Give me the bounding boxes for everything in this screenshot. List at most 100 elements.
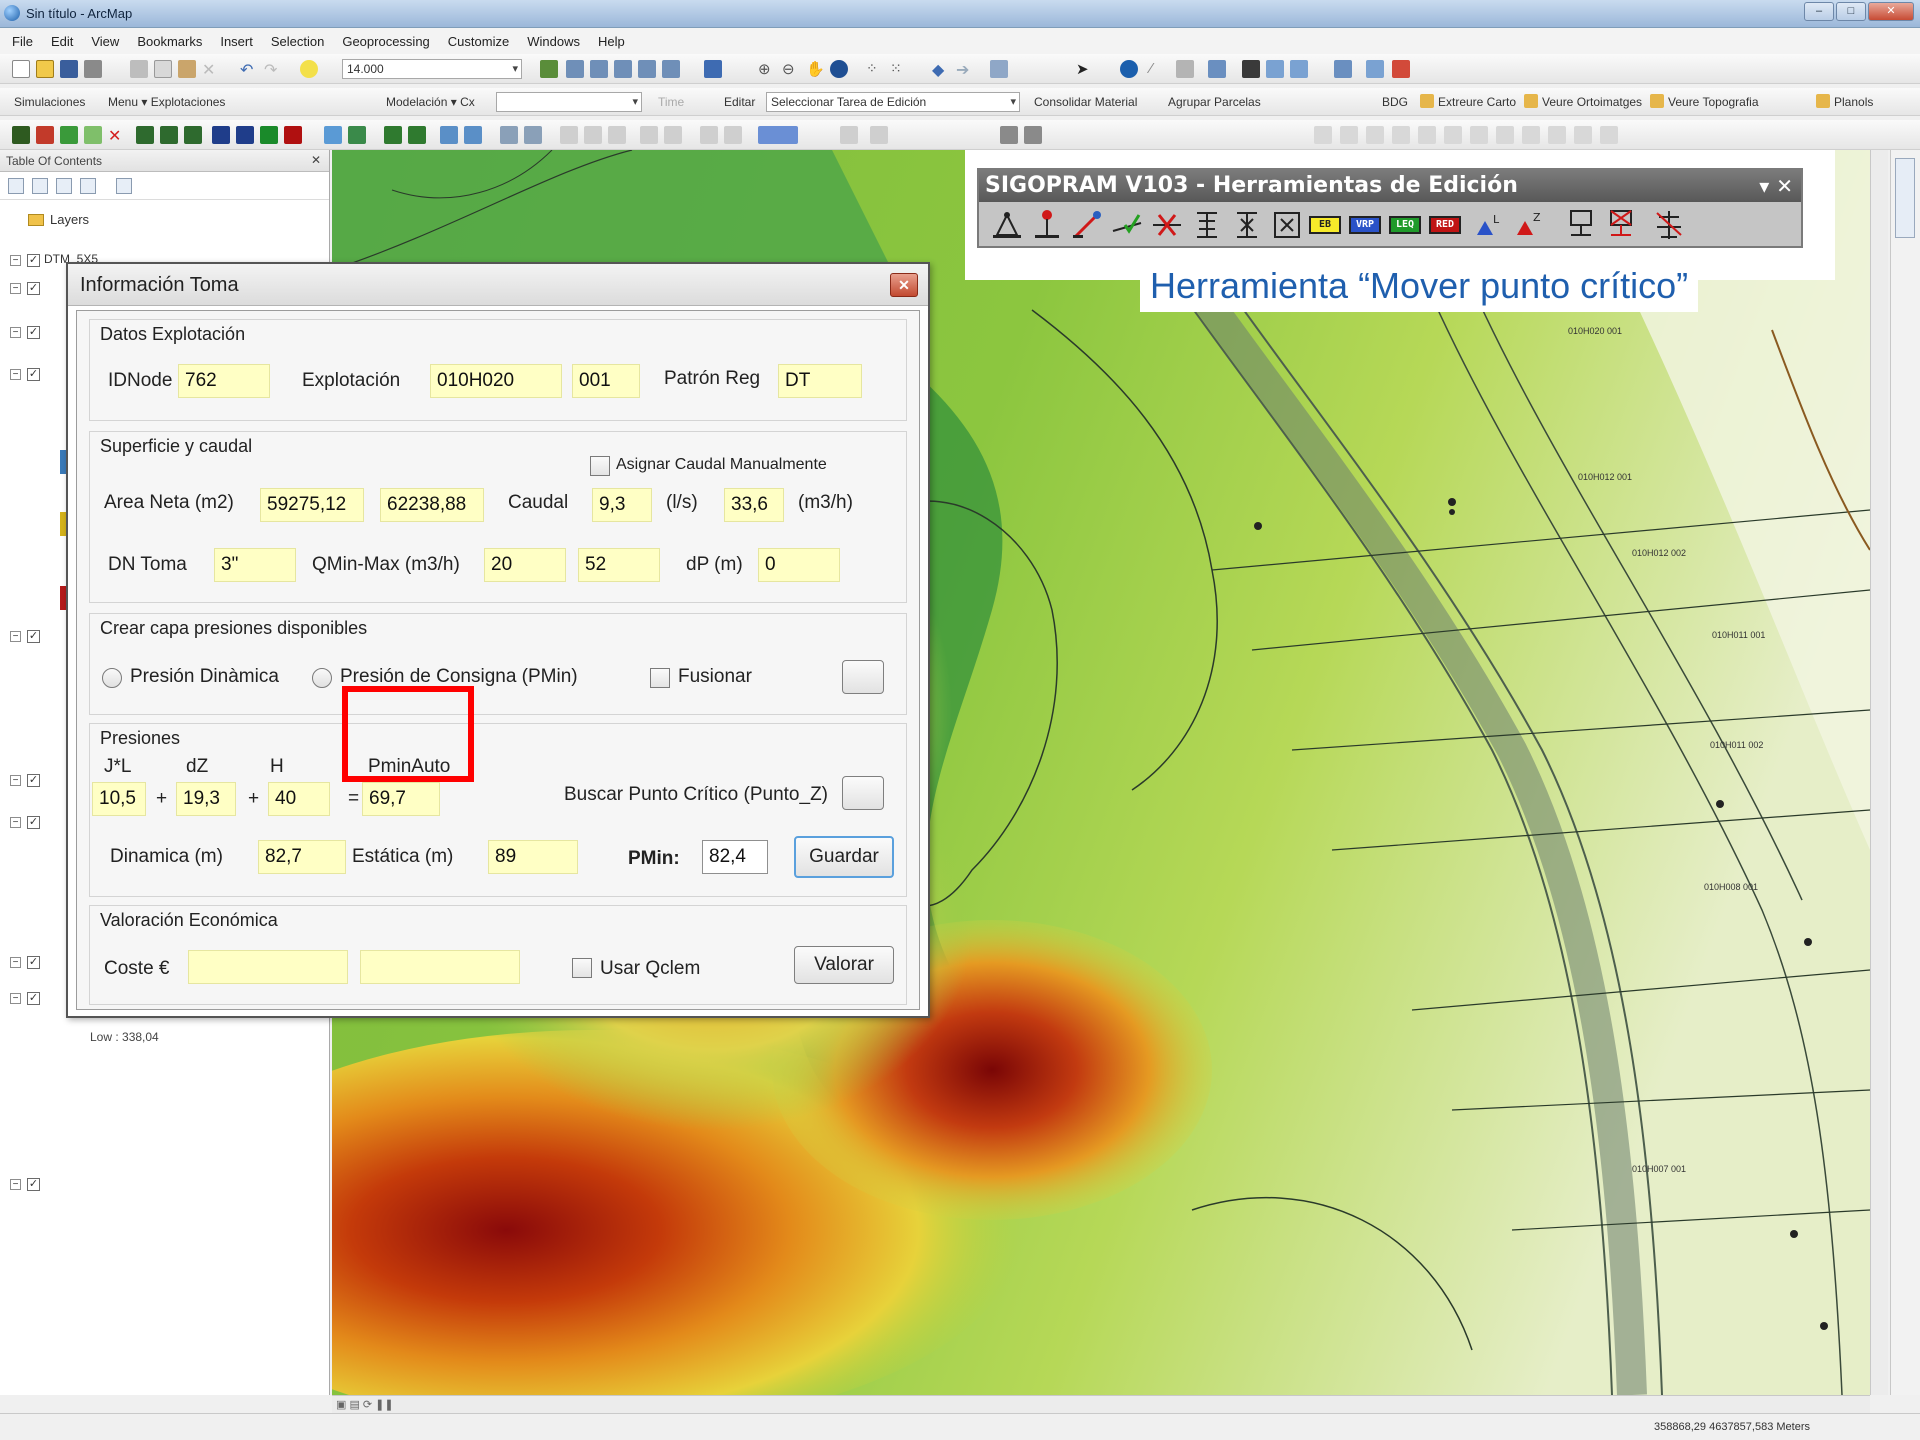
menu-windows[interactable]: Windows xyxy=(527,34,580,49)
find-route-icon[interactable] xyxy=(1266,60,1284,78)
split-pipe-icon[interactable] xyxy=(1149,207,1185,243)
menu-edit[interactable]: Edit xyxy=(51,34,73,49)
hydrant-icon[interactable] xyxy=(1229,207,1265,243)
pan-icon[interactable]: ✋ xyxy=(806,60,825,78)
coste-field-2[interactable] xyxy=(360,950,520,984)
editor-toolbar-icon[interactable] xyxy=(540,60,558,78)
area-neta-field[interactable]: 59275,12 xyxy=(260,488,364,522)
qmax-field[interactable]: 52 xyxy=(578,548,660,582)
georef-k-icon[interactable] xyxy=(1574,126,1592,144)
eb-tool-icon[interactable] xyxy=(212,126,230,144)
toolbar-options-icon[interactable]: ▾ xyxy=(1759,174,1769,198)
minimize-icon[interactable]: – xyxy=(1804,2,1834,21)
layer-visibility-checkbox[interactable]: ✓ xyxy=(27,282,40,295)
valve3-tool-icon[interactable] xyxy=(184,126,202,144)
select-features-icon[interactable] xyxy=(990,60,1008,78)
idnode-field[interactable]: 762 xyxy=(178,364,270,398)
georef-e-icon[interactable] xyxy=(1418,126,1436,144)
toc-layer-row[interactable]: − ✓ xyxy=(10,628,44,643)
tool-d-icon[interactable] xyxy=(464,126,482,144)
caudal-m3h-field[interactable]: 33,6 xyxy=(724,488,784,522)
tool-h-icon[interactable] xyxy=(584,126,602,144)
tuberia-tool-icon[interactable] xyxy=(60,126,78,144)
menu-view[interactable]: View xyxy=(91,34,119,49)
vrp-badge[interactable]: VRP xyxy=(1349,216,1381,234)
layer-visibility-checkbox[interactable]: ✓ xyxy=(27,1178,40,1191)
layers-frame[interactable]: Layers xyxy=(28,212,89,227)
python-window-icon[interactable] xyxy=(662,60,680,78)
dz-field[interactable]: 19,3 xyxy=(176,782,236,816)
search-window-tab[interactable] xyxy=(1895,158,1915,238)
sigopram-toolbar-title[interactable]: SIGOPRAM V103 - Herramientas de Edición … xyxy=(979,170,1801,202)
time-slider-icon[interactable] xyxy=(1334,60,1352,78)
layer-visibility-checkbox[interactable]: ✓ xyxy=(27,254,40,267)
network-node-icon[interactable] xyxy=(989,207,1025,243)
jl-field[interactable]: 10,5 xyxy=(92,782,146,816)
network-tool-icon[interactable] xyxy=(12,126,30,144)
add-vertex-icon[interactable] xyxy=(324,126,342,144)
edit-task-combo[interactable]: Seleccionar Tarea de Edición xyxy=(766,92,1020,112)
time-combo[interactable]: Time xyxy=(658,95,684,109)
fixed-zoom-in-icon[interactable]: ⁘ xyxy=(866,60,884,78)
hyperlink-icon[interactable]: ⁄ xyxy=(1150,60,1168,78)
redo-icon[interactable]: ↷ xyxy=(264,60,282,79)
tool-l-icon[interactable] xyxy=(700,126,718,144)
zoom-out-icon[interactable]: ⊖ xyxy=(782,60,800,78)
move-critical-point-icon[interactable] xyxy=(1069,207,1105,243)
georef-c-icon[interactable] xyxy=(1366,126,1384,144)
cut-icon[interactable] xyxy=(130,60,148,78)
valve-tool-icon[interactable] xyxy=(136,126,154,144)
map-scale-combo[interactable]: 14.000 xyxy=(342,59,522,79)
menu-file[interactable]: File xyxy=(12,34,33,49)
layer-visibility-checkbox[interactable]: ✓ xyxy=(27,956,40,969)
coste-field-1[interactable] xyxy=(188,950,348,984)
dn-toma-field[interactable]: 3" xyxy=(214,548,296,582)
presion-consigna-radio[interactable] xyxy=(312,668,332,688)
georef-d-icon[interactable] xyxy=(1392,126,1410,144)
delete-station-icon[interactable] xyxy=(1603,207,1639,243)
menu-help[interactable]: Help xyxy=(598,34,625,49)
break-tool-icon[interactable]: ✕ xyxy=(108,126,126,145)
veure-ortoimatges-button[interactable]: Veure Ortoimatges xyxy=(1542,95,1642,109)
tool-n-icon[interactable] xyxy=(840,126,858,144)
tool-c-icon[interactable] xyxy=(440,126,458,144)
tool-g-icon[interactable] xyxy=(560,126,578,144)
list-by-visibility-icon[interactable] xyxy=(56,178,72,194)
pump-station-icon[interactable] xyxy=(1563,207,1599,243)
usar-qclem-checkbox[interactable] xyxy=(572,958,592,978)
explotacion-suffix-field[interactable]: 001 xyxy=(572,364,640,398)
valorar-button[interactable]: Valorar xyxy=(794,946,894,984)
arctoolbox-icon[interactable] xyxy=(638,60,656,78)
catalog-window-icon[interactable] xyxy=(590,60,608,78)
veure-topografia-button[interactable]: Veure Topografia xyxy=(1668,95,1759,109)
close-icon[interactable]: ✕ xyxy=(890,273,918,297)
print-icon[interactable] xyxy=(84,60,102,78)
toc-layer-row[interactable]: − ✓ xyxy=(10,366,44,381)
elevation-z-icon[interactable]: Z xyxy=(1511,207,1547,243)
zoom-in-icon[interactable]: ⊕ xyxy=(758,60,776,78)
network-tree-icon[interactable] xyxy=(1651,207,1687,243)
toc-layer-row[interactable]: − ✓ xyxy=(10,324,44,339)
modelacion-menu[interactable]: Modelación ▾ Cx xyxy=(386,95,475,109)
elevation-l-icon[interactable]: L xyxy=(1471,207,1507,243)
connect-pipe-icon[interactable] xyxy=(1109,207,1145,243)
extreure-carto-button[interactable]: Extreure Carto xyxy=(1438,95,1516,109)
undo-icon[interactable]: ↶ xyxy=(240,60,258,79)
leq-tool-icon[interactable] xyxy=(260,126,278,144)
tool-f-icon[interactable] xyxy=(524,126,542,144)
collapse-icon[interactable]: − xyxy=(10,993,21,1004)
valve2-tool-icon[interactable] xyxy=(160,126,178,144)
toc-layer-row[interactable]: − ✓ xyxy=(10,1176,44,1191)
window-close-icon[interactable]: ✕ xyxy=(1868,2,1914,21)
connect-tool-icon[interactable] xyxy=(84,126,102,144)
estatica-field[interactable]: 89 xyxy=(488,840,578,874)
dinamica-field[interactable]: 82,7 xyxy=(258,840,346,874)
toc-close-icon[interactable]: ✕ xyxy=(311,153,321,167)
asignar-caudal-checkbox[interactable] xyxy=(590,456,610,476)
tool-k-icon[interactable] xyxy=(664,126,682,144)
reservoir-icon[interactable] xyxy=(1269,207,1305,243)
list-by-selection-icon[interactable] xyxy=(80,178,96,194)
georef-g-icon[interactable] xyxy=(1470,126,1488,144)
georef-l-icon[interactable] xyxy=(1600,126,1618,144)
fusionar-checkbox[interactable] xyxy=(650,668,670,688)
